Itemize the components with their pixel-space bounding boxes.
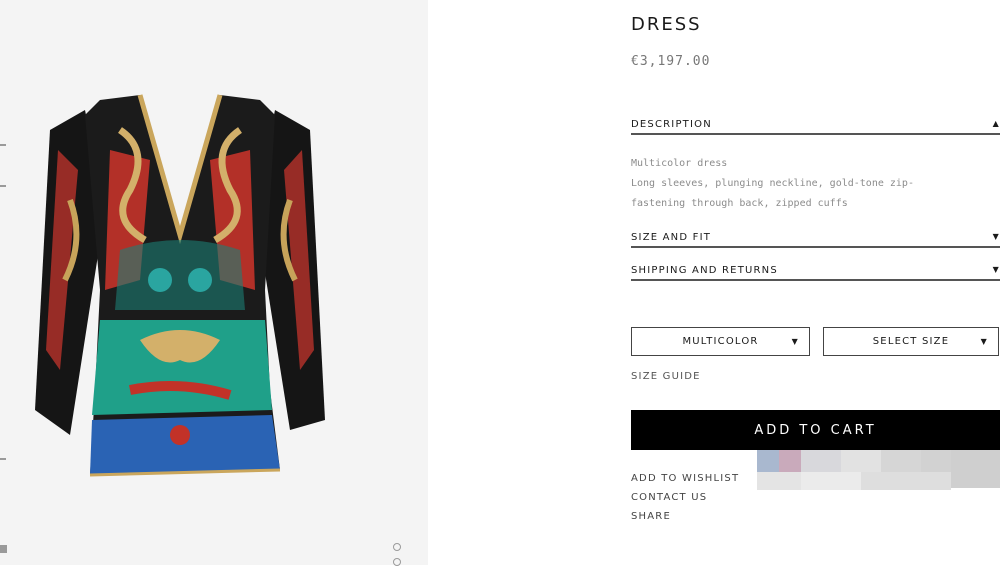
size-select[interactable]: SELECT SIZE ▼ — [823, 327, 999, 356]
video-thumbnail-icon[interactable] — [0, 545, 7, 553]
thumbnail-indicator[interactable] — [0, 185, 6, 187]
caret-down-icon: ▼ — [980, 337, 988, 346]
size-select-value: SELECT SIZE — [872, 336, 950, 347]
accordion-description[interactable]: DESCRIPTION ▲ — [631, 119, 1000, 135]
contact-us-link[interactable]: CONTACT US — [631, 492, 707, 503]
size-guide-link[interactable]: SIZE GUIDE — [631, 371, 701, 382]
accordion-label: DESCRIPTION — [631, 119, 712, 130]
thumbnail-indicator[interactable] — [0, 458, 6, 460]
carousel-dot[interactable] — [393, 543, 401, 551]
description-body: Multicolor dress Long sleeves, plunging … — [631, 154, 991, 214]
caret-down-icon: ▼ — [791, 337, 799, 346]
thumbnail-indicator[interactable] — [0, 144, 6, 146]
description-line: fastening through back, zipped cuffs — [631, 198, 848, 209]
product-title: DRESS — [631, 14, 702, 35]
product-price: €3,197.00 — [631, 54, 711, 69]
caret-down-icon: ▼ — [992, 265, 1000, 274]
accordion-label: SIZE AND FIT — [631, 232, 712, 243]
description-line: Long sleeves, plunging neckline, gold-to… — [631, 178, 914, 189]
add-to-wishlist-link[interactable]: ADD TO WISHLIST — [631, 473, 739, 484]
description-line: Multicolor dress — [631, 158, 728, 169]
accordion-shipping-and-returns[interactable]: SHIPPING AND RETURNS ▼ — [631, 265, 1000, 281]
add-to-cart-button[interactable]: ADD TO CART — [631, 410, 1000, 450]
caret-down-icon: ▼ — [992, 232, 1000, 241]
color-select-value: MULTICOLOR — [682, 336, 759, 347]
share-link[interactable]: SHARE — [631, 511, 671, 522]
product-image-panel — [0, 0, 428, 566]
color-select[interactable]: MULTICOLOR ▼ — [631, 327, 810, 356]
accordion-label: SHIPPING AND RETURNS — [631, 265, 778, 276]
caret-up-icon: ▲ — [992, 119, 1000, 128]
dress-image — [35, 94, 325, 477]
accordion-size-and-fit[interactable]: SIZE AND FIT ▼ — [631, 232, 1000, 248]
